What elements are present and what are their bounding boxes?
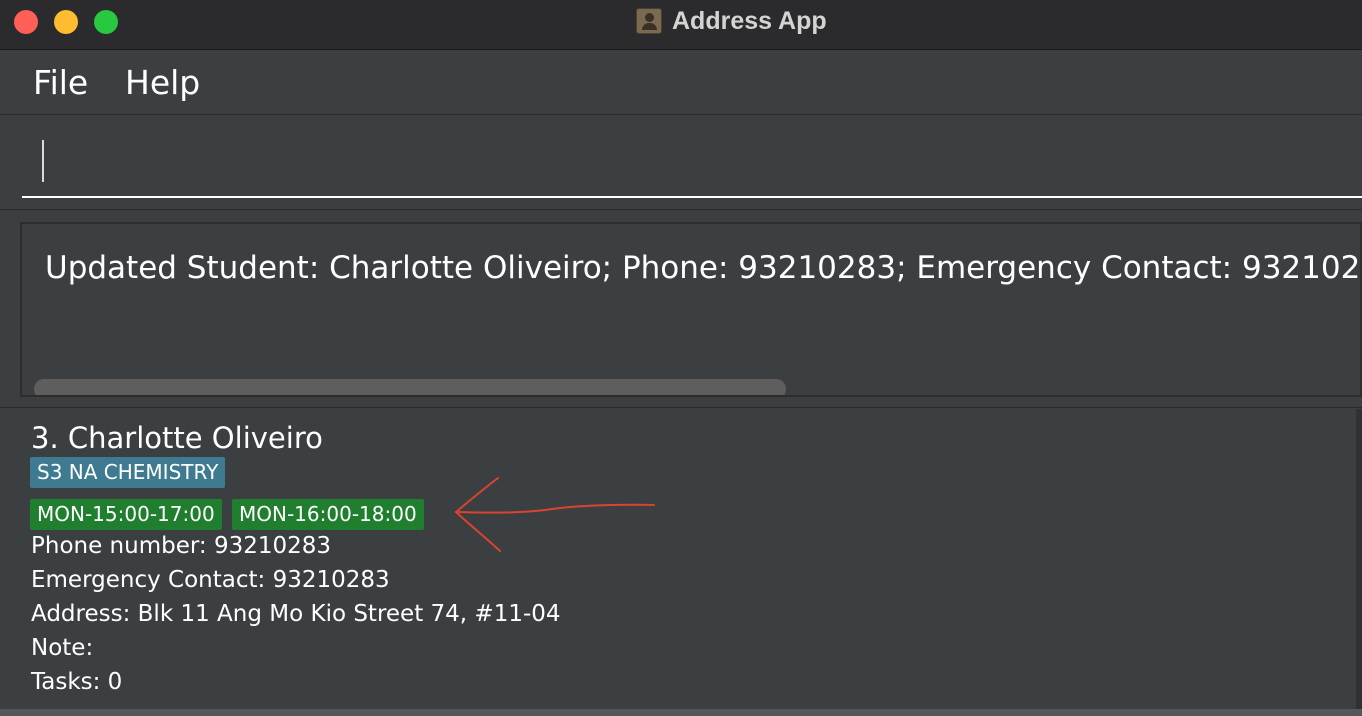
command-input[interactable] xyxy=(22,132,1362,198)
subject-tag: S3 NA CHEMISTRY xyxy=(30,457,226,488)
text-caret xyxy=(42,140,44,182)
time-slot-tag: MON-16:00-18:00 xyxy=(232,499,424,530)
close-window-icon[interactable] xyxy=(14,10,38,34)
student-tasks: Tasks: 0 xyxy=(31,669,123,695)
menu-file[interactable]: File xyxy=(33,63,88,102)
list-scroll-track xyxy=(1356,409,1362,716)
minimize-window-icon[interactable] xyxy=(54,10,78,34)
maximize-window-icon[interactable] xyxy=(94,10,118,34)
title-bar: Address App xyxy=(0,0,1362,50)
student-address: Address: Blk 11 Ang Mo Kio Street 74, #1… xyxy=(31,601,561,627)
student-emergency-contact: Emergency Contact: 93210283 xyxy=(31,567,390,593)
address-book-icon xyxy=(636,8,662,34)
result-display-area: Updated Student: Charlotte Oliveiro; Pho… xyxy=(0,211,1362,408)
result-message: Updated Student: Charlotte Oliveiro; Pho… xyxy=(45,250,1362,286)
window-title-group: Address App xyxy=(636,6,827,36)
student-name: 3. Charlotte Oliveiro xyxy=(31,421,323,455)
student-note: Note: xyxy=(31,635,94,661)
window-title: Address App xyxy=(672,6,827,35)
student-phone: Phone number: 93210283 xyxy=(31,533,332,559)
command-box-area xyxy=(0,116,1362,210)
result-display: Updated Student: Charlotte Oliveiro; Pho… xyxy=(20,222,1362,397)
red-arrow-annotation xyxy=(454,477,655,552)
menu-help[interactable]: Help xyxy=(125,63,200,102)
card-divider xyxy=(0,709,1362,716)
time-slot-tag: MON-15:00-17:00 xyxy=(30,499,222,530)
student-list[interactable]: 3. Charlotte Oliveiro S3 NA CHEMISTRY MO… xyxy=(0,409,1362,716)
horizontal-scrollbar[interactable] xyxy=(34,379,786,395)
menu-bar: File Help xyxy=(0,51,1362,115)
student-card[interactable]: 3. Charlotte Oliveiro S3 NA CHEMISTRY MO… xyxy=(0,409,1356,709)
